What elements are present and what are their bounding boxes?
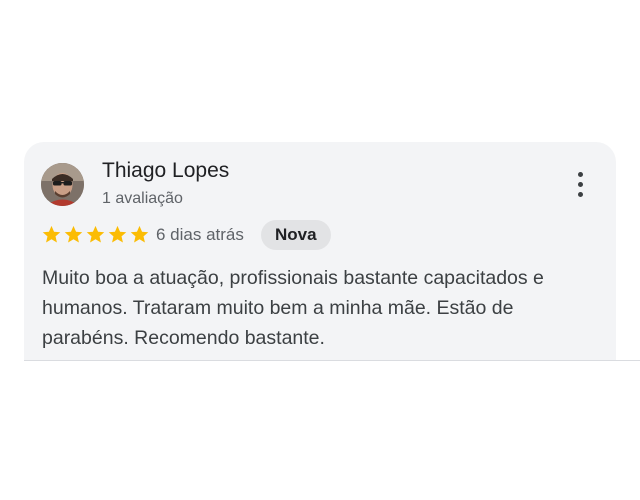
- user-avatar-image: [41, 163, 84, 206]
- avatar[interactable]: [41, 163, 84, 206]
- star-icon: [42, 225, 61, 243]
- star-rating: [41, 224, 150, 245]
- star-icon: [130, 225, 149, 243]
- star-icon: [108, 225, 127, 243]
- star-icon: [86, 225, 105, 243]
- star-icon: [64, 225, 83, 243]
- more-vert-icon-dot: [577, 181, 583, 187]
- author-name[interactable]: Thiago Lopes: [102, 158, 229, 184]
- review-date: 6 dias atrás: [156, 225, 244, 244]
- divider: [24, 360, 640, 361]
- more-vert-icon: [577, 171, 583, 177]
- review-page: Thiago Lopes 1 avaliação 6 dias atrás No…: [0, 0, 640, 500]
- more-options-button[interactable]: [566, 166, 594, 202]
- author-review-count: 1 avaliação: [102, 190, 183, 207]
- new-badge: Nova: [261, 220, 331, 250]
- review-text: Muito boa a atuação, profissionais basta…: [42, 267, 544, 349]
- more-vert-icon-dot: [577, 191, 583, 197]
